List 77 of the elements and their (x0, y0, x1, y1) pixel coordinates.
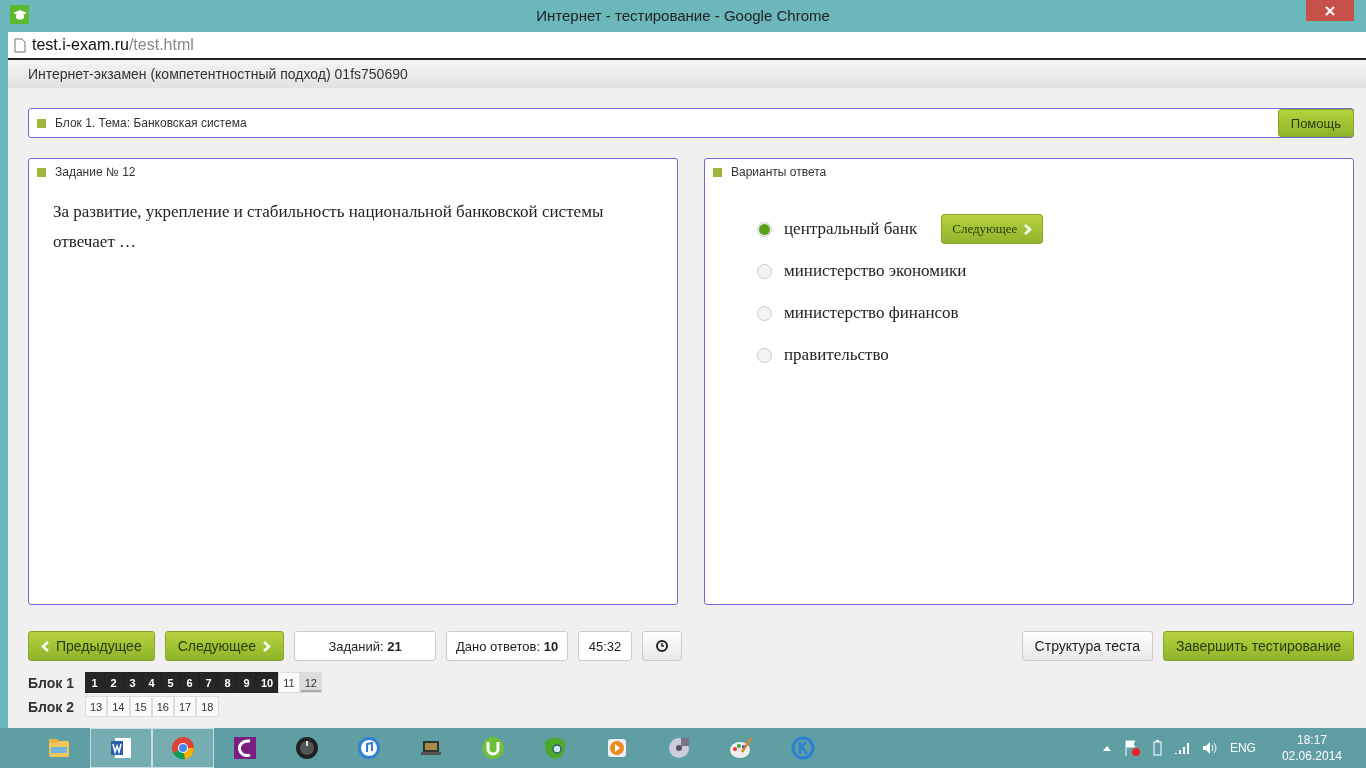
browser-icon (171, 736, 195, 760)
close-button[interactable] (1306, 0, 1354, 21)
answers-title: Варианты ответа (731, 165, 827, 179)
knob-icon (295, 736, 319, 760)
shield-icon (543, 736, 567, 760)
question-number[interactable]: 18 (196, 696, 219, 717)
finish-button[interactable]: Завершить тестирование (1163, 631, 1354, 661)
radio-button[interactable] (757, 263, 772, 279)
question-number[interactable]: 17 (174, 696, 197, 717)
page-header: Интернет-экзамен (компетентностный подход) 01fs750690 (8, 60, 1366, 88)
question-number[interactable]: 3 (123, 672, 142, 693)
question-number[interactable]: 4 (142, 672, 161, 693)
app-icon (233, 736, 257, 760)
battery-icon (1152, 740, 1162, 756)
clock-icon (656, 640, 669, 652)
chevron-right-icon (262, 640, 272, 652)
question-text: За развитие, укрепление и стабильность национальной банковской системы отвечает … (53, 201, 605, 253)
close-icon (1325, 5, 1335, 16)
chevron-left-icon (41, 640, 50, 652)
page-icon (14, 37, 26, 53)
block-label: Блок 1 (28, 674, 75, 691)
next-button[interactable]: Следующее (941, 214, 1044, 244)
url-host[interactable]: test.i-exam.ru (32, 36, 129, 54)
speaker-icon (1201, 741, 1218, 755)
question-number[interactable]: 5 (161, 672, 180, 693)
url-path[interactable]: /test.html (128, 36, 194, 54)
question-number[interactable]: 13 (85, 696, 108, 717)
answered-label: Дано ответов: (455, 638, 541, 654)
question-number[interactable]: 2 (104, 672, 123, 693)
tasks-label: Заданий: (328, 638, 384, 654)
logo-icon (10, 4, 29, 24)
radio-button[interactable] (757, 305, 772, 321)
task-title: Задание № 12 (55, 165, 136, 179)
clock-button[interactable] (642, 631, 683, 661)
square-icon (37, 167, 46, 177)
structure-button[interactable]: Структура теста (1021, 631, 1153, 661)
previous-button[interactable]: Предыдущее (28, 631, 155, 661)
answered-count: 10 (543, 638, 559, 654)
tasks-count: 21 (387, 638, 402, 654)
topic-title: Блок 1. Тема: Банковская система (55, 116, 247, 130)
question-number[interactable]: 6 (180, 672, 199, 693)
palette-icon (729, 736, 753, 760)
flag-icon (1122, 739, 1141, 757)
timer: 45:32 (578, 631, 633, 661)
document-icon (109, 736, 133, 760)
help-button[interactable]: Помощь (1277, 109, 1354, 137)
taskbar-app[interactable] (90, 728, 152, 768)
music-icon (357, 736, 381, 760)
torrent-icon (481, 736, 505, 760)
caret-up-icon (1102, 745, 1111, 751)
question-number[interactable]: 11 (278, 672, 300, 693)
disc-icon (667, 736, 691, 760)
question-number[interactable]: 8 (218, 672, 237, 693)
option-label[interactable]: правительство (784, 345, 889, 365)
question-number[interactable]: 1 (85, 672, 104, 693)
player-icon (605, 736, 629, 760)
radio-button[interactable] (757, 221, 772, 237)
block-label: Блок 2 (28, 698, 75, 715)
question-number[interactable]: 7 (199, 672, 218, 693)
k-circle-icon (791, 736, 815, 760)
question-number[interactable]: 10 (256, 672, 279, 693)
radio-button[interactable] (757, 347, 772, 363)
question-number[interactable]: 16 (151, 696, 174, 717)
question-number[interactable]: 14 (107, 696, 130, 717)
question-number[interactable]: 15 (129, 696, 152, 717)
option-label[interactable]: центральный банк (784, 219, 918, 239)
square-icon (37, 118, 46, 128)
window-title: Интернет - тестирование - Google Chrome (535, 7, 831, 24)
chevron-right-icon (1023, 223, 1033, 235)
question-number[interactable]: 12 (299, 672, 322, 693)
signal-icon (1173, 742, 1190, 754)
next-button[interactable]: Следующее (164, 631, 285, 661)
square-icon (713, 167, 722, 177)
option-label[interactable]: министерство финансов (784, 303, 959, 323)
question-number[interactable]: 9 (237, 672, 256, 693)
option-label[interactable]: министерство экономики (784, 261, 967, 281)
folder-icon (47, 736, 71, 760)
